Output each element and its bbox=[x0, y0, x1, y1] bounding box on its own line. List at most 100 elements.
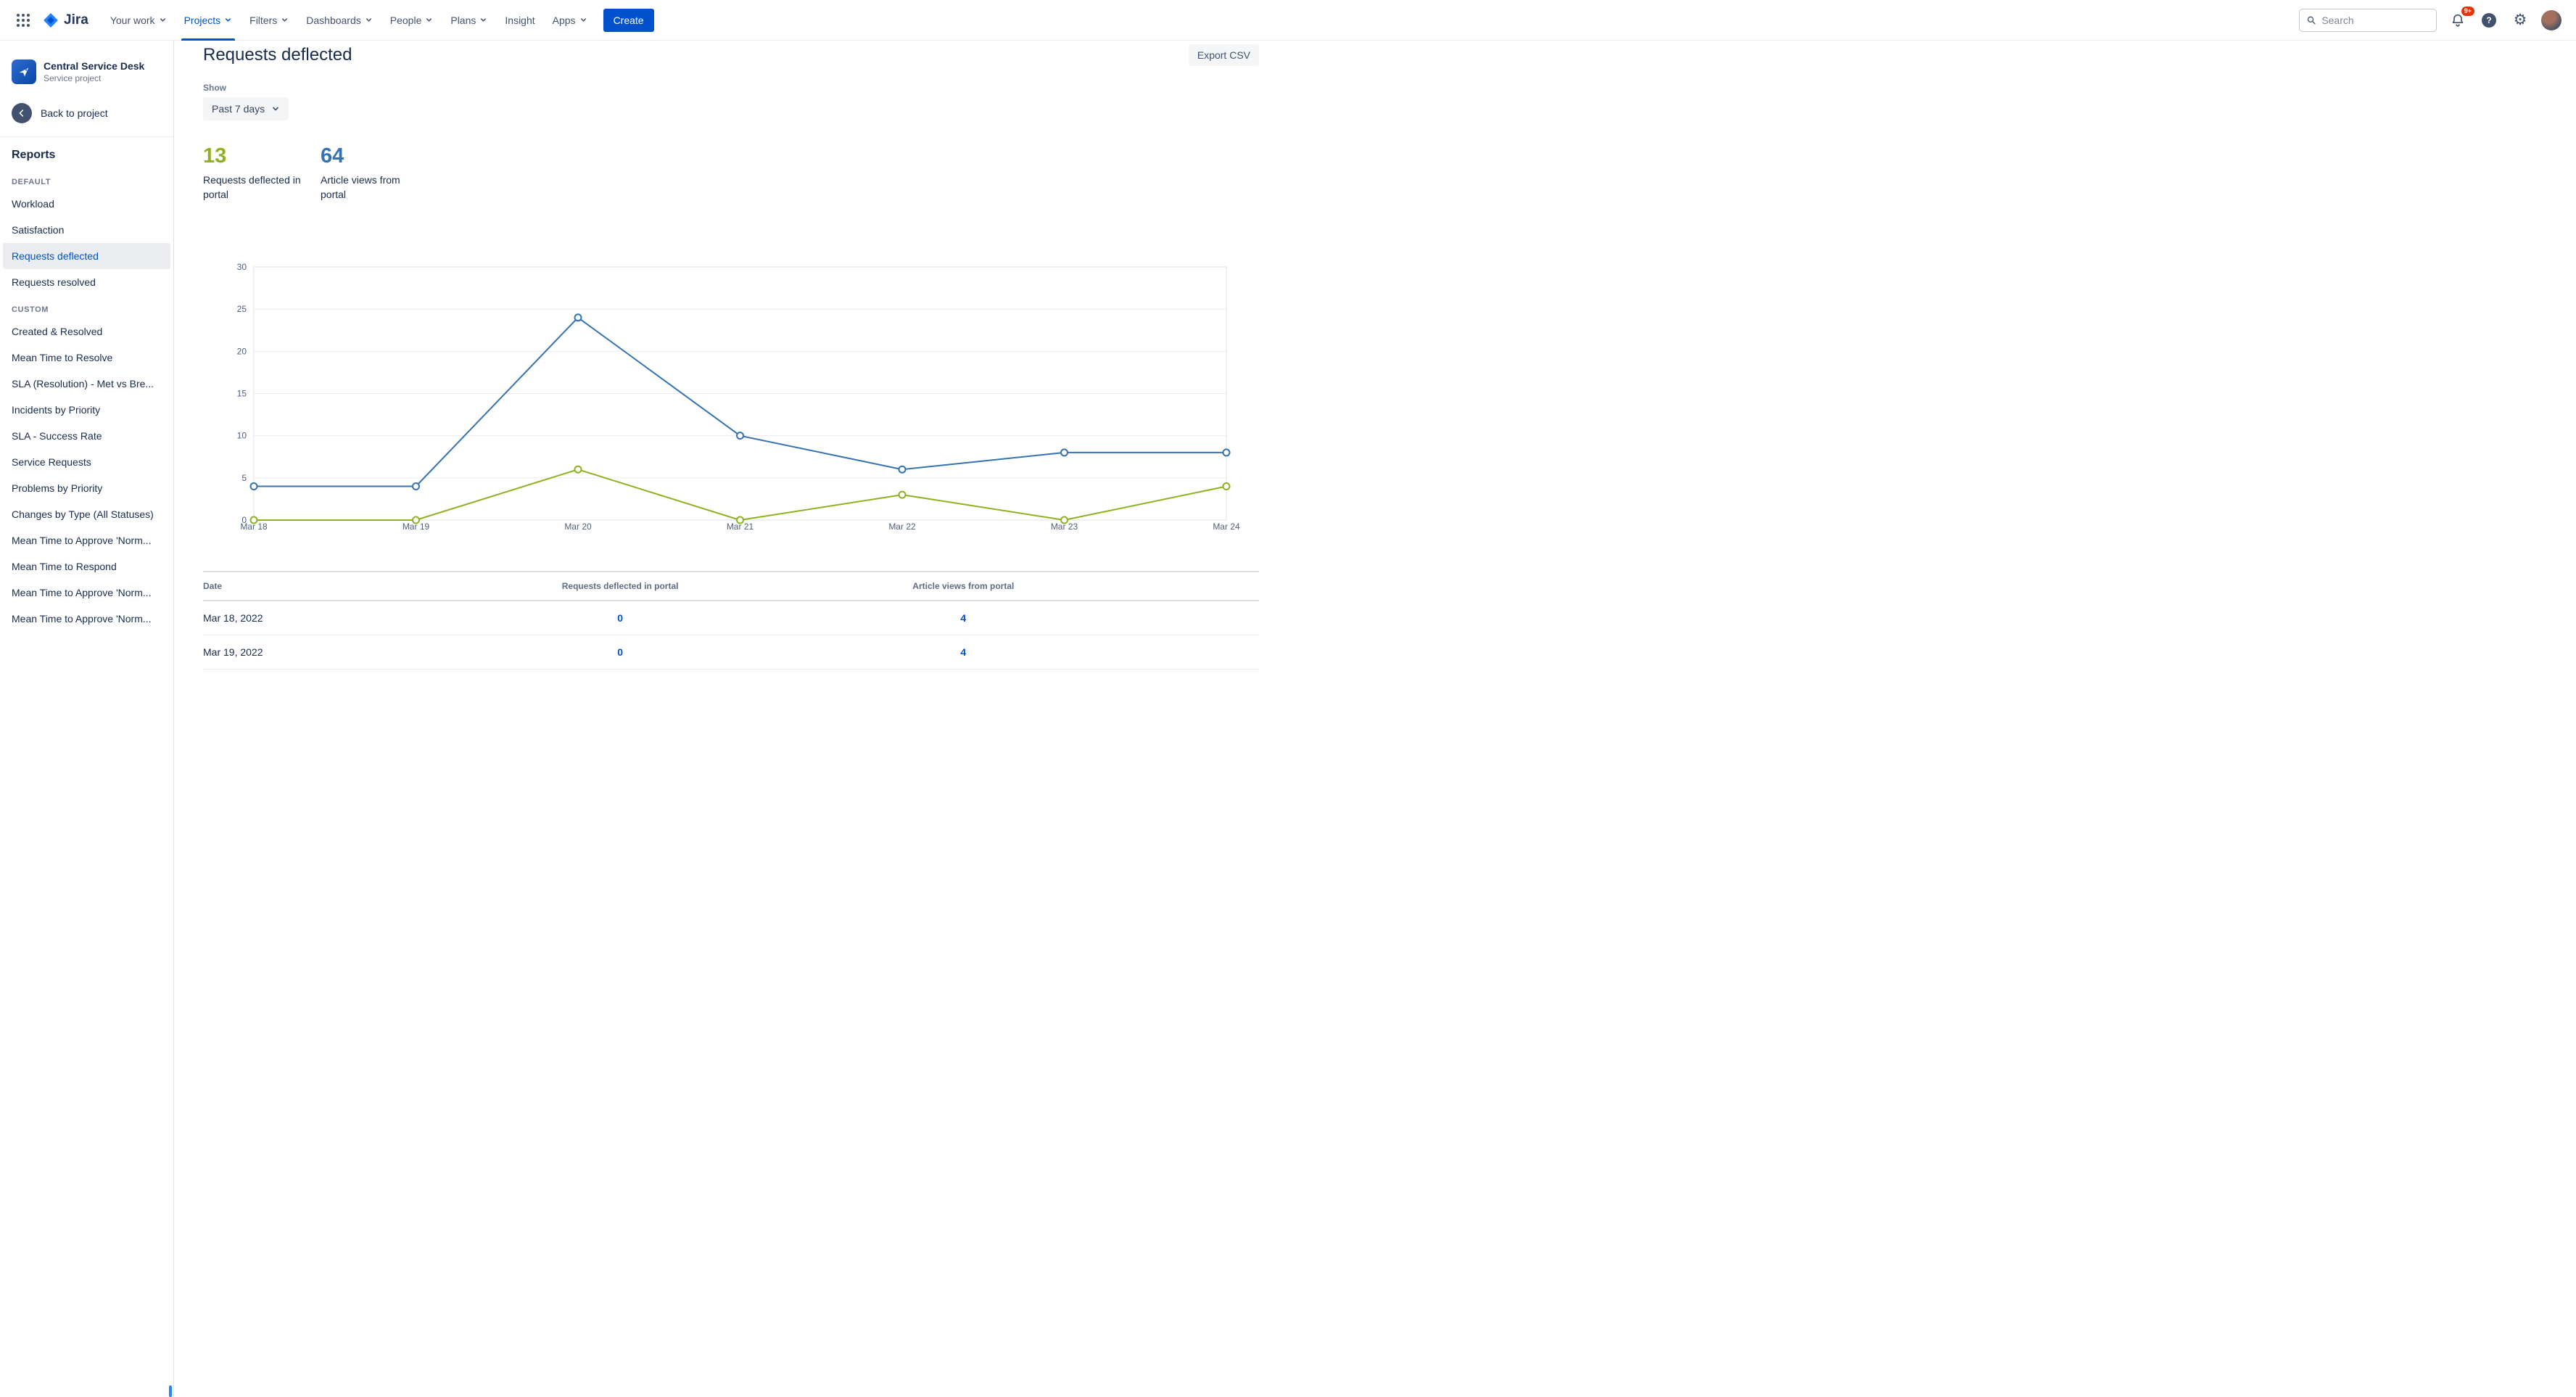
sidebar-item-sla-resolution-met-vs-bre[interactable]: SLA (Resolution) - Met vs Bre... bbox=[3, 371, 170, 397]
svg-text:30: 30 bbox=[237, 263, 247, 272]
sidebar-item-requests-deflected[interactable]: Requests deflected bbox=[3, 243, 170, 269]
sidebar-item-mean-time-to-approve-norm[interactable]: Mean Time to Approve 'Norm... bbox=[3, 527, 170, 553]
sidebar-item-mean-time-to-approve-norm[interactable]: Mean Time to Approve 'Norm... bbox=[3, 580, 170, 606]
sidebar-item-mean-time-to-approve-norm[interactable]: Mean Time to Approve 'Norm... bbox=[3, 606, 170, 632]
sidebar-item-mean-time-to-resolve[interactable]: Mean Time to Resolve bbox=[3, 345, 170, 371]
stat-article-views-from-portal: 64 Article views from portal bbox=[321, 144, 424, 202]
back-to-project[interactable]: Back to project bbox=[0, 103, 173, 136]
nav-item-projects[interactable]: Projects bbox=[176, 0, 242, 41]
nav-item-label: Apps bbox=[552, 14, 576, 26]
date-range-value: Past 7 days bbox=[212, 103, 265, 115]
deflection-line-chart: 0 5 10 15 20 25 30 Mar 18 Mar 19 Mar 20 Mar 21 Mar … bbox=[203, 262, 1259, 536]
deflected-count-link[interactable]: 0 bbox=[617, 612, 623, 624]
jira-logo-icon bbox=[44, 12, 58, 28]
svg-text:Mar 20: Mar 20 bbox=[564, 522, 592, 532]
svg-text:Mar 22: Mar 22 bbox=[888, 522, 916, 532]
stat-value: 64 bbox=[321, 144, 344, 168]
nav-item-insight[interactable]: Insight bbox=[496, 0, 543, 41]
nav-item-your-work[interactable]: Your work bbox=[102, 0, 176, 41]
nav-item-filters[interactable]: Filters bbox=[241, 0, 297, 41]
chevron-down-icon bbox=[580, 18, 586, 22]
sidebar-item-incidents-by-priority[interactable]: Incidents by Priority bbox=[3, 397, 170, 423]
svg-text:25: 25 bbox=[237, 304, 247, 314]
settings-button[interactable]: ⚙ bbox=[2510, 10, 2530, 30]
nav-item-label: Your work bbox=[110, 14, 155, 26]
jira-logo[interactable]: Jira bbox=[42, 12, 88, 29]
rocket-icon bbox=[19, 67, 29, 77]
svg-text:15: 15 bbox=[237, 389, 247, 399]
nav-item-label: Dashboards bbox=[306, 14, 361, 26]
sidebar-item-service-requests[interactable]: Service Requests bbox=[3, 449, 170, 475]
svg-text:5: 5 bbox=[242, 473, 247, 483]
cell-requests-deflected: 0 bbox=[456, 635, 784, 669]
sidebar-section-default: DEFAULT bbox=[12, 178, 51, 186]
sidebar-item-satisfaction[interactable]: Satisfaction bbox=[3, 217, 170, 243]
project-avatar bbox=[12, 59, 36, 84]
nav-item-people[interactable]: People bbox=[381, 0, 442, 41]
stat-label: Article views from portal bbox=[321, 174, 400, 200]
sidebar-item-sla-success-rate[interactable]: SLA - Success Rate bbox=[3, 423, 170, 449]
chevron-down-icon bbox=[282, 18, 288, 22]
app-switcher-icon[interactable] bbox=[10, 7, 36, 33]
chevron-down-icon bbox=[366, 18, 371, 22]
sidebar: Central Service Desk Service project Bac… bbox=[0, 41, 174, 1397]
nav-item-label: People bbox=[389, 14, 422, 26]
main-content: Projects/Central Service Desk/Reports Re… bbox=[174, 0, 1288, 669]
table-header-row: Date Requests deflected in portal Article … bbox=[203, 571, 1259, 601]
date-range-dropdown[interactable]: Past 7 days bbox=[203, 97, 289, 120]
stat-requests-deflected-in-portal: 13 Requests deflected in portal bbox=[203, 144, 306, 202]
sidebar-item-requests-resolved[interactable]: Requests resolved bbox=[3, 269, 170, 295]
article-views-link[interactable]: 4 bbox=[960, 646, 966, 658]
export-csv-button[interactable]: Export CSV bbox=[1188, 44, 1259, 66]
sidebar-item-mean-time-to-respond[interactable]: Mean Time to Respond bbox=[3, 553, 170, 580]
page-title: Requests deflected bbox=[203, 45, 352, 65]
nav-item-dashboards[interactable]: Dashboards bbox=[297, 0, 381, 41]
search-box[interactable] bbox=[2299, 8, 2437, 32]
jira-logo-text: Jira bbox=[64, 12, 88, 28]
gear-icon: ⚙ bbox=[2513, 12, 2527, 28]
search-input[interactable] bbox=[2321, 14, 2429, 26]
sidebar-divider bbox=[0, 136, 173, 137]
nav-item-apps[interactable]: Apps bbox=[544, 0, 596, 41]
svg-text:Mar 24: Mar 24 bbox=[1213, 522, 1240, 532]
deflected-count-link[interactable]: 0 bbox=[617, 646, 623, 658]
summary-stats: 13 Requests deflected in portal 64 Article … bbox=[203, 144, 1259, 202]
user-avatar[interactable] bbox=[2541, 9, 2561, 30]
svg-text:20: 20 bbox=[237, 346, 247, 356]
primary-nav: Your work Projects Filters Dashboards People… bbox=[102, 0, 596, 41]
sidebar-item-created-resolved[interactable]: Created & Resolved bbox=[3, 318, 170, 345]
nav-item-plans[interactable]: Plans bbox=[442, 0, 496, 41]
project-name: Central Service Desk bbox=[44, 60, 145, 72]
cell-date: Mar 19, 2022 bbox=[203, 635, 457, 669]
topbar-right-controls: 9+ ? ⚙ bbox=[2299, 6, 2561, 32]
back-to-project-label: Back to project bbox=[41, 107, 108, 119]
sidebar-scrollbar-thumb[interactable] bbox=[169, 1385, 172, 1397]
reports-heading: Reports bbox=[12, 149, 56, 161]
nav-item-label: Filters bbox=[249, 14, 278, 26]
stat-value: 13 bbox=[203, 144, 227, 168]
sidebar-item-workload[interactable]: Workload bbox=[3, 191, 170, 217]
notifications-button[interactable]: 9+ bbox=[2448, 6, 2474, 30]
project-type: Service project bbox=[44, 73, 102, 83]
sidebar-item-changes-by-type-all-statuses[interactable]: Changes by Type (All Statuses) bbox=[3, 501, 170, 527]
cell-spacer bbox=[1142, 601, 1259, 635]
table-header-spacer bbox=[1142, 571, 1259, 601]
cell-article-views: 4 bbox=[783, 601, 1143, 635]
table-row: Mar 18, 2022 0 4 bbox=[203, 601, 1259, 635]
table-row: Mar 19, 2022 0 4 bbox=[203, 635, 1259, 669]
cell-requests-deflected: 0 bbox=[456, 601, 784, 635]
sidebar-item-problems-by-priority[interactable]: Problems by Priority bbox=[3, 475, 170, 501]
chevron-down-icon bbox=[226, 18, 231, 22]
top-navigation-bar: Jira Your work Projects Filters Dashboards P… bbox=[0, 0, 2576, 41]
chevron-down-icon bbox=[273, 107, 279, 111]
sidebar-section-custom: CUSTOM bbox=[12, 305, 49, 314]
create-button[interactable]: Create bbox=[603, 8, 654, 32]
project-header: Central Service Desk Service project bbox=[0, 59, 173, 84]
help-button[interactable]: ? bbox=[2479, 10, 2499, 30]
article-views-link[interactable]: 4 bbox=[960, 612, 966, 624]
line-chart-svg: 051015202530Mar 18 Mar 19 Mar 20 Mar 21 Mar … bbox=[237, 262, 1240, 532]
notification-badge: 9+ bbox=[2461, 6, 2474, 16]
table-header-requests-deflected-in-portal: Requests deflected in portal bbox=[456, 571, 784, 601]
chevron-down-icon bbox=[160, 18, 165, 22]
help-icon: ? bbox=[2482, 12, 2496, 28]
